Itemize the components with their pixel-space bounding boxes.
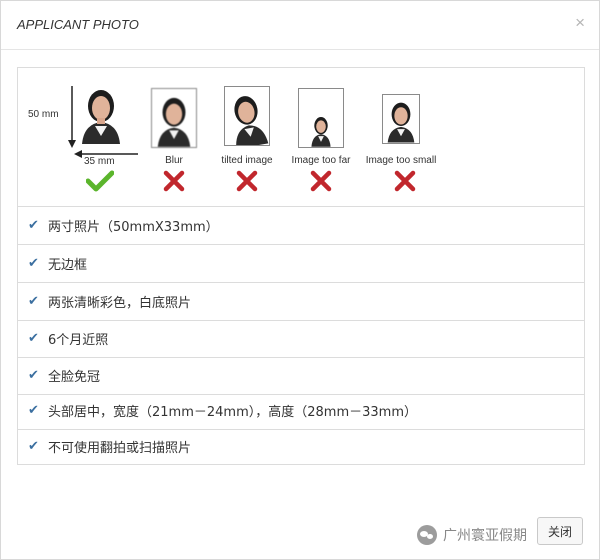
- portrait-photo: [151, 88, 197, 148]
- requirement-text: 无边框: [48, 258, 88, 273]
- requirement-item: ✔ 6个月近照: [18, 320, 584, 358]
- requirement-text: 两寸照片（50mmX33mm）: [48, 220, 219, 235]
- check-icon: ✔: [28, 294, 39, 309]
- height-label: 50 mm: [28, 109, 59, 120]
- check-icon: ✔: [28, 368, 39, 383]
- dialog-title: APPLICANT PHOTO: [17, 17, 139, 32]
- requirements-panel: 50 mm 35 mm Blur tilted image Image too …: [17, 67, 585, 465]
- example-caption: Image too far: [291, 155, 351, 166]
- requirement-item: ✔ 两张清晰彩色，白底照片: [18, 283, 584, 321]
- check-icon: ✔: [28, 403, 39, 418]
- portrait-photo: [298, 88, 344, 148]
- check-icon: ✔: [28, 256, 39, 271]
- requirement-text: 头部居中，宽度（21mm－24mm），高度（28mm－33mm）: [48, 405, 417, 420]
- portrait-photo: [224, 86, 270, 146]
- green-check-icon: [86, 170, 114, 192]
- check-icon: ✔: [28, 439, 39, 454]
- photo-examples-row: 50 mm 35 mm Blur tilted image Image too …: [18, 68, 584, 207]
- check-icon: ✔: [28, 218, 39, 233]
- close-button[interactable]: 关闭: [537, 517, 583, 545]
- close-icon[interactable]: ×: [575, 13, 585, 33]
- requirement-text: 两张清晰彩色，白底照片: [48, 296, 192, 311]
- requirement-item: ✔ 全脸免冠: [18, 357, 584, 395]
- red-x-icon: [394, 170, 416, 192]
- requirement-item: ✔ 两寸照片（50mmX33mm）: [18, 207, 584, 245]
- red-x-icon: [236, 170, 258, 192]
- applicant-photo-dialog: APPLICANT PHOTO × 50 mm 35 mm Blur tilte…: [0, 0, 600, 560]
- wechat-icon: [417, 525, 437, 545]
- portrait-photo: [382, 94, 420, 144]
- example-caption: Image too small: [365, 155, 437, 166]
- watermark: 广州寰亚假期: [417, 525, 527, 545]
- requirement-text: 6个月近照: [48, 333, 109, 348]
- watermark-text: 广州寰亚假期: [443, 528, 527, 544]
- red-x-icon: [310, 170, 332, 192]
- dialog-header: APPLICANT PHOTO ×: [1, 1, 599, 50]
- width-label: 35 mm: [84, 156, 115, 167]
- check-icon: ✔: [28, 331, 39, 346]
- example-caption: Blur: [165, 155, 183, 166]
- red-x-icon: [163, 170, 185, 192]
- requirement-text: 不可使用翻拍或扫描照片: [48, 441, 192, 456]
- requirement-text: 全脸免冠: [48, 370, 101, 385]
- requirement-item: ✔ 无边框: [18, 245, 584, 283]
- example-caption: tilted image: [221, 155, 273, 166]
- requirement-item: ✔ 不可使用翻拍或扫描照片: [18, 428, 584, 465]
- portrait-photo: [78, 84, 124, 144]
- requirement-item: ✔ 头部居中，宽度（21mm－24mm），高度（28mm－33mm）: [18, 392, 584, 430]
